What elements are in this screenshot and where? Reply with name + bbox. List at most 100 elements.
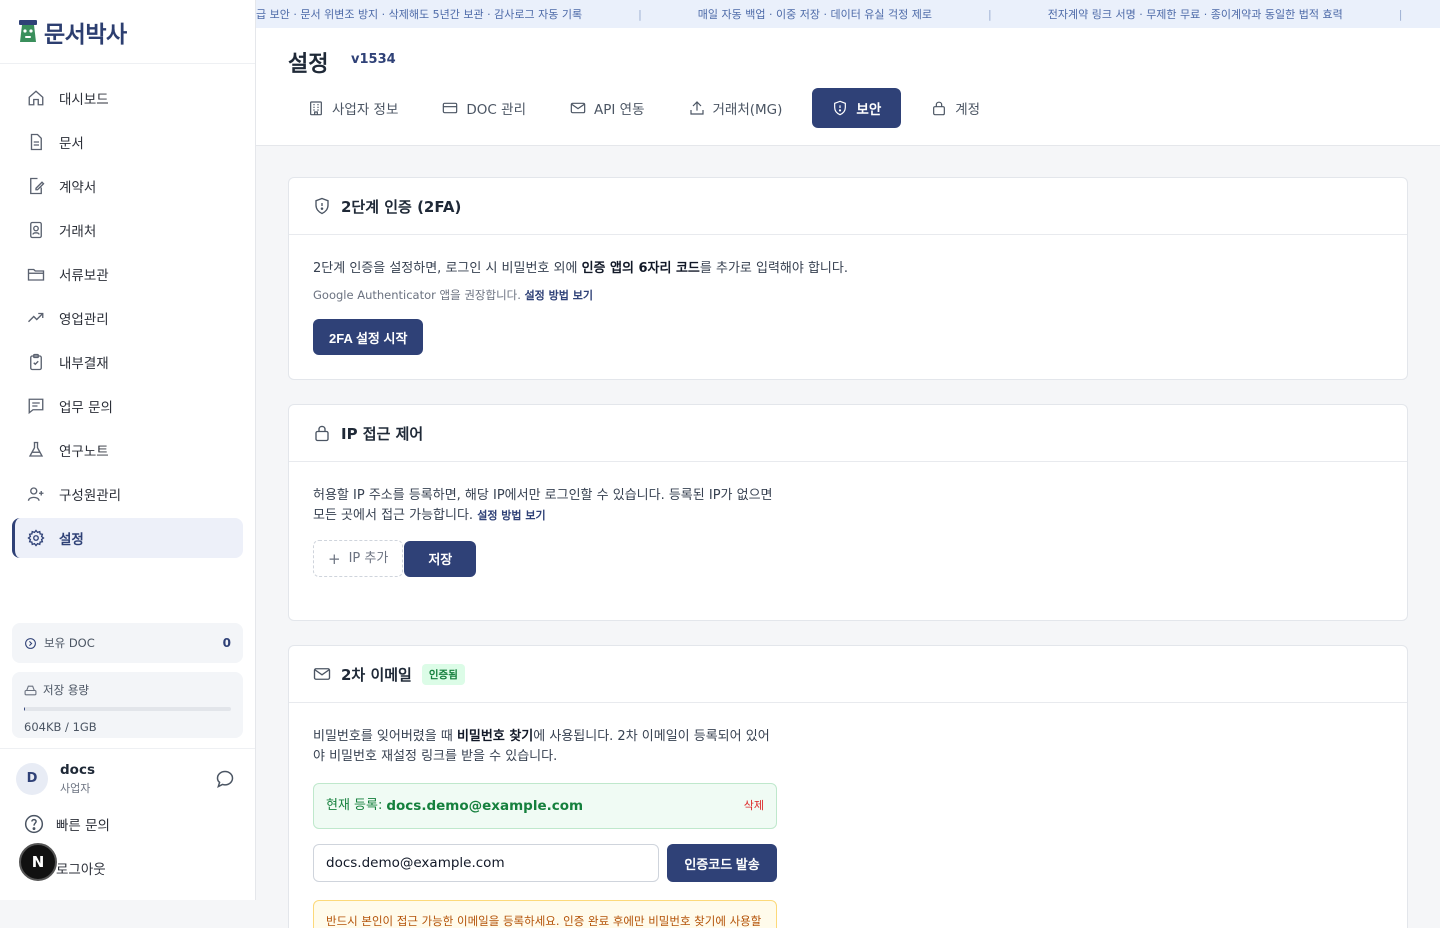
sidebar-item-archive[interactable]: 서류보관 (12, 254, 243, 294)
sidebar-item-label: 연구노트 (59, 444, 109, 460)
sidebar: 문서박사 대시보드 문서 계약서 거래처 서류보관 영업관리 내부결재 업무 문… (0, 0, 256, 900)
trend-icon (26, 308, 46, 328)
coin-icon (25, 637, 36, 649)
twofa-guide-link[interactable]: 설정 방법 보기 (525, 289, 593, 302)
sidebar-item-label: 구성원관리 (59, 488, 122, 504)
sidebar-item-label: 설정 (59, 532, 84, 548)
sidebar-item-approval[interactable]: 내부결재 (12, 342, 243, 382)
sidebar-item-label: 업무 문의 (59, 400, 113, 416)
ticker-separator: | (638, 7, 642, 21)
sidebar-item-label: 대시보드 (59, 92, 109, 108)
announcement-ticker: 급 보안 · 문서 위변조 방지 · 삭제해도 5년간 보관 · 감사로그 자동… (256, 0, 1440, 28)
ticker-item: 급 보안 · 문서 위변조 방지 · 삭제해도 5년간 보관 · 감사로그 자동… (256, 8, 583, 21)
add-ip-button[interactable]: + IP 추가 (313, 540, 404, 577)
sidebar-item-contracts[interactable]: 계약서 (12, 166, 243, 206)
tab-label: DOC 관리 (466, 102, 526, 118)
doc-label: 보유 DOC (44, 636, 95, 650)
gear-icon (26, 528, 46, 548)
ticker-item: 전자계약 링크 서명 · 무제한 무료 · 종이계약과 동일한 법적 효력 (1047, 8, 1343, 21)
registered-label: 현재 등록: (326, 798, 383, 813)
plus-icon: + (328, 549, 341, 568)
doc-balance[interactable]: 보유 DOC 0 (12, 623, 243, 663)
user-role: 사업자 (60, 781, 91, 795)
tab-clients-mg[interactable]: 거래처(MG) (675, 88, 797, 128)
sidebar-item-documents[interactable]: 문서 (12, 122, 243, 162)
tab-security[interactable]: 보안 (812, 88, 902, 128)
email-description: 비밀번호를 잊어버렸을 때 비밀번호 찾기에 사용됩니다. 2차 이메일이 등록… (313, 727, 777, 767)
send-code-button[interactable]: 인증코드 발송 (667, 844, 777, 882)
tab-doc-management[interactable]: DOC 관리 (428, 88, 540, 128)
twofa-note: Google Authenticator 앱을 권장합니다. 설정 방법 보기 (313, 285, 1383, 306)
sidebar-item-dashboard[interactable]: 대시보드 (12, 78, 243, 118)
settings-tabs: 사업자 정보 DOC 관리 API 연동 거래처(MG) 보안 계정 (294, 88, 1010, 128)
email-desc-bold: 비밀번호 찾기 (456, 729, 534, 744)
tab-business-info[interactable]: 사업자 정보 (294, 88, 412, 128)
start-2fa-button[interactable]: 2FA 설정 시작 (313, 319, 424, 355)
sidebar-item-inquiry[interactable]: 업무 문의 (12, 386, 243, 426)
n-badge[interactable]: N (19, 843, 57, 881)
sidebar-item-members[interactable]: 구성원관리 (12, 474, 243, 514)
page-title: 설정 (288, 52, 329, 77)
twofa-note-text: Google Authenticator 앱을 권장합니다. (313, 288, 521, 302)
mail-icon (313, 668, 331, 680)
email-desc-pre: 비밀번호를 잊어버렸을 때 (313, 729, 457, 744)
twofa-body: 2단계 인증을 설정하면, 로그인 시 비밀번호 외에 인증 앱의 6자리 코드… (289, 235, 1407, 379)
card-icon (443, 102, 458, 114)
tab-label: 거래처(MG) (712, 102, 783, 118)
storage-label: 저장 용량 (43, 683, 89, 697)
twofa-desc-bold: 인증 앱의 6자리 코드 (581, 261, 700, 276)
save-ip-button[interactable]: 저장 (404, 540, 477, 577)
flask-icon (26, 440, 46, 460)
tab-api[interactable]: API 연동 (556, 88, 659, 128)
logout-link[interactable]: 로그아웃 (56, 858, 106, 878)
sidebar-item-label: 내부결재 (59, 356, 109, 372)
twofa-card-header: 2단계 인증 (2FA) (289, 178, 1407, 235)
page-header: 설정 v1534 사업자 정보 DOC 관리 API 연동 거래처(MG) 보안… (256, 28, 1440, 146)
storage-bar (24, 707, 231, 711)
doc-value: 0 (222, 636, 231, 650)
email-card-header: 2차 이메일 인증됨 (289, 646, 1407, 703)
ticker-item: 매일 자동 백업 · 이중 저장 · 데이터 유실 걱정 제로 (697, 8, 933, 21)
sidebar-item-research[interactable]: 연구노트 (12, 430, 243, 470)
logo-text: 문서박사 (44, 21, 127, 48)
quick-inquiry-link[interactable]: 빠른 문의 (24, 814, 110, 834)
ip-card: IP 접근 제어 허용할 IP 주소를 등록하면, 해당 IP에서만 로그인할 … (288, 404, 1408, 621)
user-plus-icon (26, 484, 46, 504)
help-circle-icon (24, 814, 44, 834)
contact-card-icon (26, 220, 46, 240)
shield-icon (315, 197, 329, 215)
sidebar-item-label: 영업관리 (59, 312, 109, 328)
twofa-desc-pre: 2단계 인증을 설정하면, 로그인 시 비밀번호 외에 (313, 261, 582, 276)
hard-drive-icon (24, 685, 37, 695)
contract-edit-icon (26, 176, 46, 196)
ip-card-header: IP 접근 제어 (289, 405, 1407, 462)
email-field[interactable] (313, 844, 659, 882)
sidebar-item-clients[interactable]: 거래처 (12, 210, 243, 250)
add-ip-label: IP 추가 (348, 550, 389, 566)
twofa-title: 2단계 인증 (2FA) (341, 197, 462, 216)
tab-account[interactable]: 계정 (917, 88, 994, 128)
sidebar-item-label: 거래처 (59, 224, 97, 240)
sidebar-item-settings[interactable]: 설정 (12, 518, 243, 558)
twofa-desc-post: 를 추가로 입력해야 합니다. (699, 261, 848, 276)
sidebar-item-sales[interactable]: 영업관리 (12, 298, 243, 338)
logo[interactable]: 문서박사 (0, 0, 255, 64)
mail-icon (570, 102, 586, 114)
registered-email: docs.demo@example.com (386, 798, 584, 814)
folder-icon (26, 264, 46, 284)
sidebar-nav: 대시보드 문서 계약서 거래처 서류보관 영업관리 내부결재 업무 문의 연구노… (0, 64, 255, 558)
user-profile[interactable]: D docs 사업자 (0, 748, 255, 808)
tab-label: 사업자 정보 (332, 102, 399, 118)
email-warning: 반드시 본인이 접근 가능한 이메일을 등록하세요. 인증 완료 후에만 비밀번… (313, 900, 777, 928)
chat-icon[interactable] (215, 769, 235, 789)
logo-icon (19, 19, 37, 42)
ticker-separator: | (988, 7, 992, 21)
ip-title: IP 접근 제어 (341, 424, 424, 443)
tab-label: API 연동 (594, 102, 645, 118)
lock-icon (315, 425, 329, 442)
secondary-email-card: 2차 이메일 인증됨 비밀번호를 잊어버렸을 때 비밀번호 찾기에 사용됩니다.… (288, 645, 1408, 928)
delete-email-link[interactable]: 삭제 (744, 796, 764, 816)
logout-label: 로그아웃 (56, 862, 106, 878)
verified-badge: 인증됨 (421, 663, 465, 685)
ip-guide-link[interactable]: 설정 방법 보기 (477, 509, 545, 522)
